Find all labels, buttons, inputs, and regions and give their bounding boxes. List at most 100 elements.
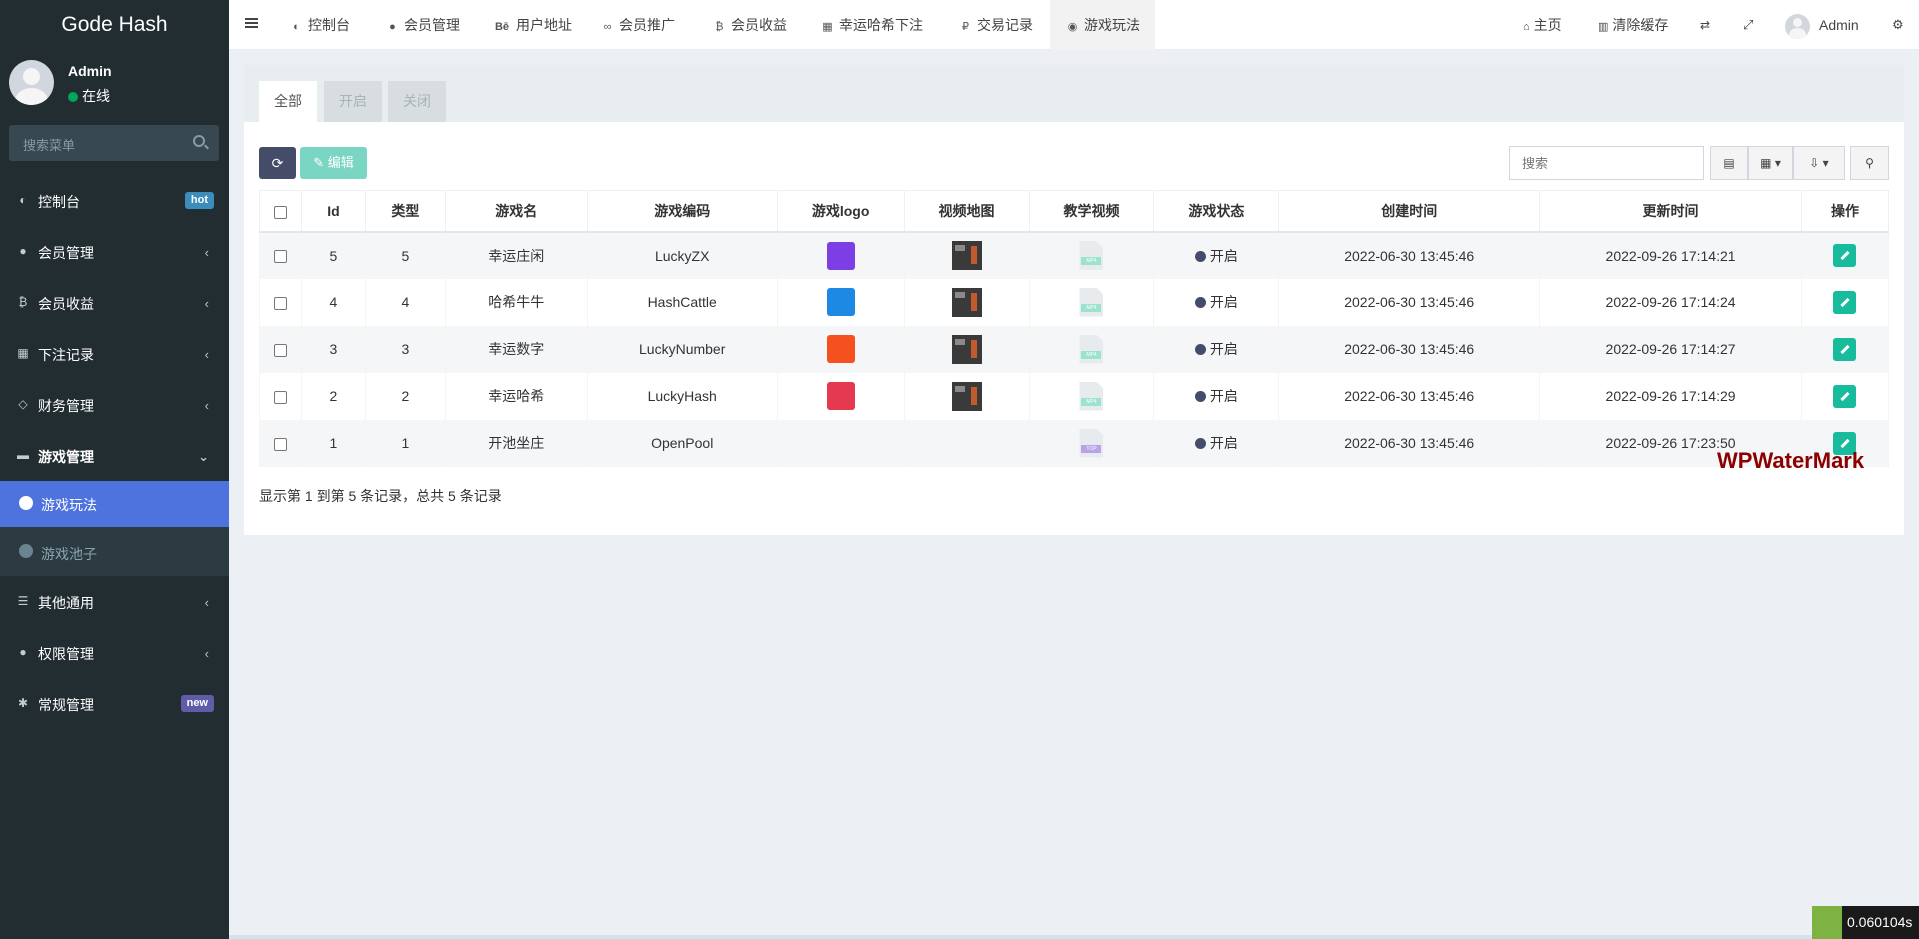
cell-type: 1 — [364, 419, 446, 467]
video-map-thumbnail[interactable] — [951, 381, 982, 411]
row-checkbox[interactable] — [273, 343, 287, 357]
table-row: 5 5 幸运庄闲 LuckyZX MP4 开启 2022-06-30 13:45… — [259, 231, 1890, 279]
video-map-thumbnail[interactable] — [951, 334, 982, 364]
game-logo-image[interactable] — [826, 288, 855, 316]
dashboard-icon: ◐ — [293, 21, 300, 33]
col-game-logo[interactable]: 游戏logo — [776, 190, 905, 233]
translate-icon[interactable]: ⇄ — [1700, 0, 1710, 50]
cell-id: 3 — [300, 325, 366, 373]
tab-dashboard[interactable]: ◐ 控制台 — [290, 0, 350, 50]
sidebar-item-game-play[interactable]: 游戏玩法 — [0, 481, 229, 527]
cell-id: 5 — [300, 231, 366, 279]
tab-members[interactable]: ● 会员管理 — [386, 0, 460, 50]
row-checkbox[interactable] — [273, 437, 287, 451]
sidebar-item-finance[interactable]: ◇ 财务管理 ‹ — [0, 379, 229, 430]
col-game-code[interactable]: 游戏编码 — [586, 190, 778, 233]
cell-game-code: LuckyZX — [586, 231, 778, 279]
mp4-file-icon[interactable]: MP4 — [1079, 381, 1104, 411]
row-edit-button[interactable] — [1833, 337, 1857, 361]
chevron-left-icon: ‹ — [204, 398, 209, 413]
cell-type: 3 — [364, 325, 446, 373]
bitcoin-icon: ₿ — [715, 21, 724, 33]
clear-cache-button[interactable]: ▥ 清除缓存 — [1598, 0, 1668, 50]
filter-tab-disabled[interactable]: 关闭 — [388, 81, 446, 122]
select-all-header[interactable] — [259, 190, 302, 233]
row-checkbox[interactable] — [273, 250, 287, 264]
fullscreen-icon[interactable]: ⤢ — [1743, 0, 1753, 50]
col-updated-at[interactable]: 更新时间 — [1539, 190, 1802, 233]
cell-game-name: 幸运庄闲 — [444, 231, 588, 279]
sidebar-toggle-icon[interactable] — [245, 18, 258, 28]
trace-timer[interactable]: 0.060104s — [1812, 906, 1919, 939]
table-row: 2 2 幸运哈希 LuckyHash MP4 开启 2022-06-30 13:… — [259, 372, 1890, 420]
columns-dropdown-button[interactable]: ▦ ▾ — [1748, 146, 1793, 180]
table-search-input[interactable] — [1509, 146, 1704, 180]
sidebar-item-regular[interactable]: ✱ 常规管理 new — [0, 678, 229, 729]
cell-game-name: 哈希牛牛 — [444, 278, 588, 326]
col-created-at[interactable]: 创建时间 — [1278, 190, 1541, 233]
user-menu[interactable]: Admin — [1785, 0, 1859, 50]
status-dot-icon — [1194, 297, 1206, 308]
tab-user-address[interactable]: Bē 用户地址 — [493, 0, 572, 50]
tab-member-earnings[interactable]: ₿ 会员收益 — [713, 0, 787, 50]
col-type[interactable]: 类型 — [364, 190, 446, 233]
search-icon[interactable] — [193, 135, 205, 147]
toggle-view-button[interactable]: ▤ — [1710, 146, 1748, 180]
mp4-file-icon[interactable]: MP4 — [1079, 287, 1104, 317]
refresh-button[interactable]: ⟳ — [259, 147, 296, 179]
row-checkbox[interactable] — [273, 296, 287, 310]
sidebar-item-general[interactable]: ☰ 其他通用 ‹ — [0, 576, 229, 627]
edit-button[interactable]: ✎ 编辑 — [300, 147, 367, 179]
advanced-search-button[interactable]: ⚲ — [1850, 146, 1889, 180]
col-game-name[interactable]: 游戏名 — [444, 190, 588, 233]
file-icon[interactable]: TOP — [1079, 428, 1104, 458]
col-tutorial-video[interactable]: 教学视频 — [1028, 190, 1155, 233]
tab-game-play[interactable]: ◉ 游戏玩法 — [1050, 0, 1155, 50]
menu-search-input[interactable]: 搜索菜单 — [9, 125, 219, 161]
mp4-file-icon[interactable]: MP4 — [1079, 334, 1104, 364]
tab-lucky-hash-bet[interactable]: ▦ 幸运哈希下注 — [821, 0, 923, 50]
row-edit-button[interactable] — [1833, 244, 1857, 267]
cell-video-map-empty — [903, 419, 1030, 467]
chevron-left-icon: ‹ — [204, 245, 209, 260]
mp4-file-icon[interactable]: MP4 — [1079, 241, 1104, 270]
sidebar-item-game-management[interactable]: ▬ 游戏管理 ⌄ — [0, 430, 229, 481]
content-panel: 全部 开启 关闭 ⟳ ✎ 编辑 ▤ ▦ ▾ ⇩ ▾ ⚲ Id 类型 游戏名 游戏… — [244, 65, 1904, 535]
cell-type: 5 — [364, 231, 446, 279]
game-logo-image[interactable] — [826, 335, 855, 363]
sidebar-item-bet-records[interactable]: ▦ 下注记录 ‹ — [0, 328, 229, 379]
sidebar: Gode Hash Admin 在线 搜索菜单 ◐ 控制台 hot ● 会员管理… — [0, 0, 229, 939]
cell-type: 4 — [364, 278, 446, 326]
col-video-map[interactable]: 视频地图 — [903, 190, 1030, 233]
filter-tab-all[interactable]: 全部 — [259, 81, 317, 122]
cogs-icon: ✱ — [17, 696, 29, 710]
select-all-checkbox[interactable] — [273, 205, 287, 219]
video-map-thumbnail[interactable] — [951, 241, 982, 270]
settings-gear-icon[interactable]: ⚙ — [1892, 0, 1904, 50]
app-logo[interactable]: Gode Hash — [0, 0, 229, 50]
col-id[interactable]: Id — [300, 190, 366, 233]
home-link[interactable]: ⌂ 主页 — [1523, 0, 1562, 50]
sidebar-item-game-pool[interactable]: 游戏池子 — [0, 527, 229, 576]
sidebar-item-dashboard[interactable]: ◐ 控制台 hot — [0, 175, 229, 226]
video-map-thumbnail[interactable] — [951, 287, 982, 317]
cell-status: 开启 — [1153, 419, 1280, 467]
bitcoin-icon: ₿ — [18, 295, 28, 309]
cell-game-logo-empty — [776, 419, 905, 467]
export-dropdown-button[interactable]: ⇩ ▾ — [1793, 146, 1845, 180]
cell-status: 开启 — [1153, 325, 1280, 373]
sidebar-item-permissions[interactable]: ● 权限管理 ‹ — [0, 627, 229, 678]
sidebar-item-member-earnings[interactable]: ₿ 会员收益 ‹ — [0, 277, 229, 328]
trace-logo-icon — [1812, 906, 1842, 939]
filter-tab-enabled[interactable]: 开启 — [324, 81, 382, 122]
game-logo-image[interactable] — [826, 241, 855, 270]
row-edit-button[interactable] — [1833, 290, 1857, 314]
tab-member-promotion[interactable]: ∞ 会员推广 — [601, 0, 675, 50]
tab-transactions[interactable]: ₽ 交易记录 — [959, 0, 1033, 50]
cube-icon — [19, 544, 33, 558]
row-checkbox[interactable] — [273, 390, 287, 404]
row-edit-button[interactable] — [1833, 384, 1857, 408]
sidebar-item-members[interactable]: ● 会员管理 ‹ — [0, 226, 229, 277]
col-game-status[interactable]: 游戏状态 — [1153, 190, 1280, 233]
game-logo-image[interactable] — [826, 382, 855, 410]
